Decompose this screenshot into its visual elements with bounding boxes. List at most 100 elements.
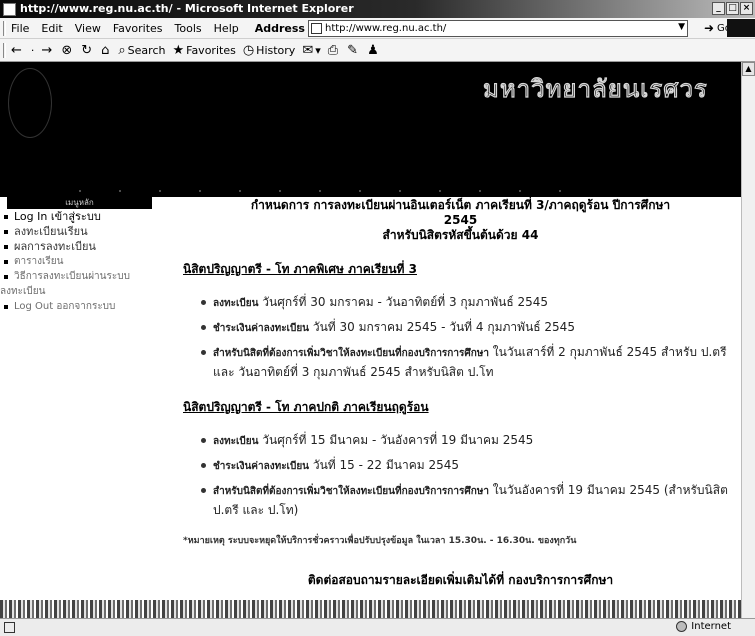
- list-item: ชำระเงินค่าลงทะเบียน วันที่ 15 - 22 มีนา…: [183, 456, 738, 476]
- favorites-icon: ★: [172, 42, 185, 58]
- list-item: ลงทะเบียน วันศุกร์ที่ 15 มีนาคม - วันอัง…: [183, 431, 738, 451]
- address-bar[interactable]: http://www.reg.nu.ac.th/ ▼: [307, 19, 688, 37]
- zone-label: Internet: [691, 621, 731, 632]
- home-icon: ⌂: [101, 42, 110, 58]
- list-item: ชำระเงินค่าลงทะเบียน วันที่ 30 มกราคม 25…: [183, 318, 738, 338]
- site-banner: มหาวิทยาลัยนเรศวร: [0, 62, 741, 197]
- forward-button[interactable]: →: [41, 43, 54, 58]
- status-bar: Internet: [0, 618, 755, 636]
- favorites-button[interactable]: ★ Favorites: [172, 43, 235, 58]
- menu-edit[interactable]: Edit: [41, 22, 62, 35]
- menu-bar: File Edit View Favorites Tools Help Addr…: [0, 18, 755, 39]
- address-dropdown-icon[interactable]: ▼: [678, 22, 685, 32]
- item-label: สำหรับนิสิตที่ต้องการเพิ่มวิชาให้ลงทะเบี…: [213, 348, 489, 359]
- schedule-list-special: ลงทะเบียน วันศุกร์ที่ 30 มกราคม - วันอาท…: [183, 293, 738, 381]
- maintenance-note: *หมายเหตุ ระบบจะหยุดให้บริการชั่วคราวเพื…: [183, 536, 577, 546]
- item-text: วันศุกร์ที่ 15 มีนาคม - วันอังคารที่ 19 …: [262, 433, 534, 447]
- sidebar-header: เมนูหลัก: [7, 197, 152, 209]
- mail-icon: ✉: [302, 42, 314, 58]
- menu-view[interactable]: View: [75, 22, 101, 35]
- internet-zone-icon: [676, 621, 688, 632]
- heading-line-3: สำหรับนิสิตรหัสขึ้นต้นด้วย 44: [382, 228, 539, 242]
- item-label: ชำระเงินค่าลงทะเบียน: [213, 461, 310, 472]
- item-text: วันที่ 30 มกราคม 2545 - วันที่ 4 กุมภาพั…: [312, 320, 575, 334]
- history-icon: ◷: [242, 42, 255, 58]
- sidebar-item-register[interactable]: ลงทะเบียนเรียน: [0, 224, 178, 239]
- sidebar-menu: เมนูหลัก Log In เข้าสู่ระบบ ลงทะเบียนเรี…: [0, 197, 178, 314]
- back-arrow-icon: ←: [11, 42, 22, 58]
- section-title-regular: นิสิตปริญญาตรี - โท ภาคปกติ ภาคเรียนฤดูร…: [183, 400, 429, 414]
- list-item: สำหรับนิสิตที่ต้องการเพิ่มวิชาให้ลงทะเบี…: [183, 343, 738, 381]
- security-zone: Internet: [676, 621, 731, 632]
- toolbar-grip[interactable]: [3, 42, 6, 58]
- sidebar-item-timetable[interactable]: ตารางเรียน: [0, 254, 178, 269]
- standard-toolbar: ← · → ⊗ ↻ ⌂ ⌕ Search ★ Favorites ◷ History …: [0, 39, 755, 62]
- page-done-icon: [4, 622, 15, 633]
- item-text: วันศุกร์ที่ 30 มกราคม - วันอาทิตย์ที่ 3 …: [262, 295, 549, 309]
- search-label: Search: [127, 43, 166, 57]
- print-icon: ⎙: [327, 42, 339, 58]
- maximize-button[interactable]: □: [726, 2, 739, 15]
- sidebar-item-howto[interactable]: วิธีการลงทะเบียนผ่านระบบ: [0, 269, 178, 284]
- history-label: History: [256, 43, 296, 57]
- menu-help[interactable]: Help: [214, 22, 239, 35]
- history-button[interactable]: ◷ History: [243, 43, 295, 58]
- edit-button[interactable]: ✎: [347, 43, 360, 58]
- menu-favorites[interactable]: Favorites: [113, 22, 163, 35]
- banner-decoration: [60, 190, 580, 192]
- refresh-button[interactable]: ↻: [81, 43, 94, 58]
- item-label: สำหรับนิสิตที่ต้องการเพิ่มวิชาให้ลงทะเบี…: [213, 486, 489, 497]
- menu-tools[interactable]: Tools: [175, 22, 202, 35]
- window-title: http://www.reg.nu.ac.th/ - Microsoft Int…: [20, 2, 354, 15]
- schedule-list-regular: ลงทะเบียน วันศุกร์ที่ 15 มีนาคม - วันอัง…: [183, 431, 738, 519]
- menu-file[interactable]: File: [11, 22, 29, 35]
- toolbar-grip[interactable]: [3, 20, 6, 36]
- search-icon: ⌕: [118, 42, 126, 58]
- university-logo: [8, 68, 52, 138]
- banner-title: มหาวิทยาลัยนเรศวร: [483, 74, 708, 103]
- item-label: ชำระเงินค่าลงทะเบียน: [213, 323, 310, 334]
- address-url[interactable]: http://www.reg.nu.ac.th/: [325, 23, 446, 34]
- vertical-scrollbar[interactable]: ▲: [741, 62, 755, 618]
- contact-line: ติดต่อสอบถามรายละเอียดเพิ่มเติมได้ที่ กอ…: [307, 573, 614, 587]
- list-item: สำหรับนิสิตที่ต้องการเพิ่มวิชาให้ลงทะเบี…: [183, 481, 738, 519]
- item-label: ลงทะเบียน: [213, 436, 259, 447]
- stop-button[interactable]: ⊗: [61, 43, 74, 58]
- footer-decoration: [0, 600, 741, 618]
- home-button[interactable]: ⌂: [101, 43, 111, 58]
- sidebar-item-results[interactable]: ผลการลงทะเบียน: [0, 239, 178, 254]
- page-icon: [310, 22, 322, 34]
- page-viewport: มหาวิทยาลัยนเรศวร เมนูหลัก Log In เข้าสู…: [0, 62, 741, 618]
- list-item: ลงทะเบียน วันศุกร์ที่ 30 มกราคม - วันอาท…: [183, 293, 738, 313]
- heading-line-2: 2545: [443, 213, 478, 227]
- address-label: Address: [254, 21, 305, 35]
- main-content: กำหนดการ การลงทะเบียนผ่านอินเตอร์เน็ต ภา…: [183, 198, 738, 590]
- messenger-button[interactable]: ♟: [367, 43, 381, 58]
- favorites-label: Favorites: [186, 43, 236, 57]
- throbber-logo: [727, 19, 755, 37]
- sidebar-item-login[interactable]: Log In เข้าสู่ระบบ: [0, 209, 178, 224]
- window-controls: _ □ ×: [712, 2, 753, 15]
- minimize-button[interactable]: _: [712, 2, 725, 15]
- close-button[interactable]: ×: [740, 2, 753, 15]
- item-text: วันที่ 15 - 22 มีนาคม 2545: [312, 458, 459, 472]
- sidebar-item-logout[interactable]: Log Out ออกจากระบบ: [0, 299, 178, 314]
- heading-line-1: กำหนดการ การลงทะเบียนผ่านอินเตอร์เน็ต ภา…: [250, 198, 671, 212]
- go-arrow-icon: ➜: [703, 21, 715, 35]
- messenger-icon: ♟: [367, 42, 379, 58]
- item-label: ลงทะเบียน: [213, 298, 259, 309]
- page-heading: กำหนดการ การลงทะเบียนผ่านอินเตอร์เน็ต ภา…: [183, 198, 738, 243]
- stop-icon: ⊗: [61, 42, 73, 58]
- title-bar: http://www.reg.nu.ac.th/ - Microsoft Int…: [0, 0, 755, 18]
- mail-button[interactable]: ✉ ▾: [302, 43, 320, 58]
- section-title-special: นิสิตปริญญาตรี - โท ภาคพิเศษ ภาคเรียนที่…: [183, 262, 417, 276]
- forward-arrow-icon: →: [41, 42, 53, 58]
- scroll-up-arrow-icon[interactable]: ▲: [742, 62, 755, 76]
- back-dropdown[interactable]: ·: [31, 44, 35, 57]
- sidebar-item-howto-cont[interactable]: ลงทะเบียน: [0, 284, 178, 299]
- edit-icon: ✎: [347, 42, 359, 58]
- ie-icon: [3, 2, 16, 16]
- print-button[interactable]: ⎙: [328, 43, 340, 58]
- search-button[interactable]: ⌕ Search: [118, 43, 165, 58]
- back-button[interactable]: ←: [11, 43, 24, 58]
